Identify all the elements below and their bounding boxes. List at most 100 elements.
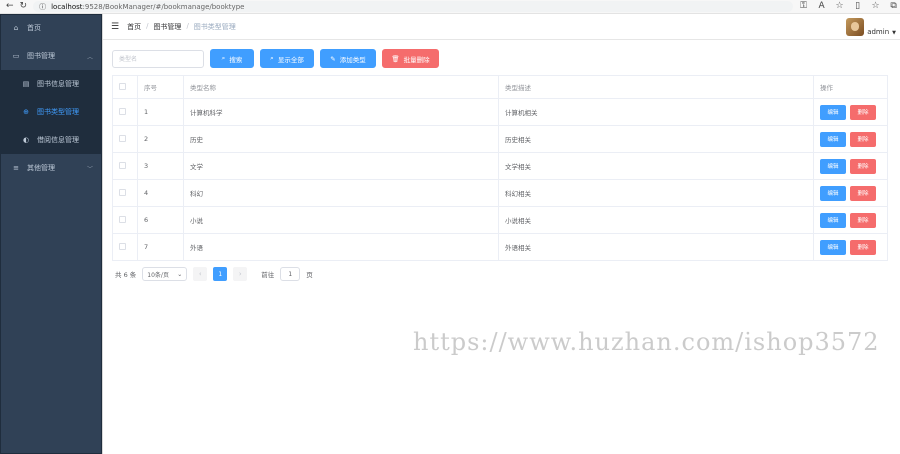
row-checkbox[interactable] <box>119 188 126 196</box>
breadcrumb-separator: / <box>146 21 149 30</box>
row-type-desc: 外语相关 <box>498 233 814 261</box>
sidebar-item-label: 图书管理 <box>27 52 55 60</box>
delete-button[interactable]: 删除 <box>850 212 876 228</box>
table-header-row: 序号 类型名称 类型描述 操作 <box>112 75 888 99</box>
row-id: 3 <box>137 152 184 180</box>
goto-suffix: 页 <box>306 271 313 279</box>
breadcrumb-book-management[interactable]: 图书管理 <box>153 22 181 32</box>
search-button-label: 搜索 <box>229 55 243 64</box>
edit-button[interactable]: 编辑 <box>820 239 846 255</box>
row-type-name: 历史 <box>183 125 499 153</box>
row-checkbox[interactable] <box>119 161 126 169</box>
sidebar-item-other[interactable]: ≡ 其他管理 ﹀ <box>0 154 102 182</box>
select-all-checkbox[interactable] <box>119 82 126 90</box>
key-icon[interactable]: ⚿ <box>799 2 808 11</box>
sidebar-item-label: 首页 <box>27 24 41 32</box>
search-button[interactable]: ⌕ 搜索 <box>210 49 254 68</box>
sidebar-item-home[interactable]: ⌂ 首页 <box>0 14 102 42</box>
row-select-cell <box>112 98 138 126</box>
address-bar[interactable]: ⓘ localhost:9528/BookManager/#/bookmanag… <box>33 1 794 12</box>
delete-button[interactable]: 删除 <box>850 239 876 255</box>
row-id: 6 <box>137 206 184 234</box>
refresh-icon[interactable]: ↻ <box>20 2 28 11</box>
edit-icon: ✎ <box>330 54 336 63</box>
delete-button[interactable]: 删除 <box>850 158 876 174</box>
sidebar-item-book-info[interactable]: ▤ 图书信息管理 <box>0 70 102 98</box>
breadcrumb-home[interactable]: 首页 <box>127 22 141 32</box>
edit-button[interactable]: 编辑 <box>820 185 846 201</box>
table-row: 6 小说 小说相关 编辑 删除 <box>112 206 888 234</box>
table-row: 1 计算机科学 计算机相关 编辑 删除 <box>112 98 888 126</box>
row-type-desc: 科幻相关 <box>498 179 814 207</box>
hamburger-icon[interactable]: ☰ <box>111 22 119 32</box>
chevron-down-icon: ﹀ <box>86 165 93 173</box>
toolbar: 类型名 ⌕ 搜索 ⌕ 显示全部 ✎ 添加类型 🗑 批量删除 <box>112 49 439 68</box>
row-type-name: 外语 <box>183 233 499 261</box>
row-id: 4 <box>137 179 184 207</box>
page-number-button[interactable]: 1 <box>213 267 228 281</box>
caret-down-icon: ▼ <box>892 30 896 36</box>
row-actions: 编辑 删除 <box>813 98 888 126</box>
row-id: 1 <box>137 98 184 126</box>
show-all-button-label: 显示全部 <box>277 55 304 64</box>
row-type-name: 小说 <box>183 206 499 234</box>
row-type-desc: 小说相关 <box>498 206 814 234</box>
row-checkbox[interactable] <box>119 242 126 250</box>
sidebar-item-book-type[interactable]: ⊕ 图书类型管理 <box>0 98 102 126</box>
delete-button[interactable]: 删除 <box>850 185 876 201</box>
user-name: admin <box>867 28 890 36</box>
row-checkbox[interactable] <box>119 107 126 115</box>
edit-button[interactable]: 编辑 <box>820 131 846 147</box>
user-menu[interactable]: admin ▼ <box>846 18 896 36</box>
trash-icon: 🗑 <box>391 54 400 63</box>
collections-icon[interactable]: ⧉ <box>889 2 898 11</box>
sidebar-item-borrow-info[interactable]: ◐ 借阅信息管理 <box>0 126 102 154</box>
row-select-cell <box>112 152 138 180</box>
page-size-select[interactable]: 10条/页 ⌄ <box>142 267 188 281</box>
row-actions: 编辑 删除 <box>813 206 888 234</box>
next-page-button[interactable]: › <box>233 267 248 281</box>
column-header: 类型名称 <box>183 75 499 99</box>
split-screen-icon[interactable]: ▯ <box>853 2 862 11</box>
add-type-button[interactable]: ✎ 添加类型 <box>320 49 376 68</box>
row-checkbox[interactable] <box>119 134 126 142</box>
row-actions: 编辑 删除 <box>813 233 888 261</box>
sidebar-item-label: 借阅信息管理 <box>37 136 79 144</box>
edit-button[interactable]: 编辑 <box>820 104 846 120</box>
column-header: 类型描述 <box>498 75 814 99</box>
info-icon: ⓘ <box>39 2 47 11</box>
main-content: ☰ 首页 / 图书管理 / 图书类型管理 admin ▼ 类型名 ⌕ 搜索 ⌕ 显示… <box>103 14 900 454</box>
goto-page-input[interactable]: 1 <box>280 267 301 281</box>
chevron-down-icon: ⌄ <box>177 270 183 278</box>
dashboard-icon: ⌂ <box>13 24 19 32</box>
row-checkbox[interactable] <box>119 215 126 223</box>
back-icon[interactable]: ← <box>6 2 14 11</box>
read-aloud-icon[interactable]: A <box>817 2 826 11</box>
document-icon: ▭ <box>12 52 20 60</box>
sidebar-item-label: 图书信息管理 <box>37 80 79 88</box>
browser-toolbar: ← ↻ ⓘ localhost:9528/BookManager/#/bookm… <box>0 0 900 14</box>
delete-button[interactable]: 删除 <box>850 104 876 120</box>
row-type-name: 计算机科学 <box>183 98 499 126</box>
table-row: 7 外语 外语相关 编辑 删除 <box>112 233 888 261</box>
column-header: 序号 <box>137 75 184 99</box>
row-actions: 编辑 删除 <box>813 152 888 180</box>
show-all-button[interactable]: ⌕ 显示全部 <box>260 49 314 68</box>
search-icon: ⌕ <box>270 54 274 62</box>
sidebar-item-label: 图书类型管理 <box>37 108 79 116</box>
breadcrumb: 首页 / 图书管理 / 图书类型管理 <box>127 22 236 32</box>
star-icon[interactable]: ☆ <box>835 2 844 11</box>
table-row: 3 文学 文学相关 编辑 删除 <box>112 152 888 180</box>
delete-button[interactable]: 删除 <box>850 131 876 147</box>
edit-button[interactable]: 编辑 <box>820 158 846 174</box>
breadcrumb-separator: / <box>186 21 189 30</box>
row-id: 2 <box>137 125 184 153</box>
sidebar-item-book-management[interactable]: ▭ 图书管理 ︿ <box>0 42 102 70</box>
favorites-icon[interactable]: ☆ <box>871 2 880 11</box>
pagination: 共 6 条 10条/页 ⌄ ‹ 1 › 前往 1 页 <box>115 267 313 281</box>
edit-button[interactable]: 编辑 <box>820 212 846 228</box>
prev-page-button[interactable]: ‹ <box>193 267 208 281</box>
batch-delete-button[interactable]: 🗑 批量删除 <box>382 49 439 68</box>
search-input[interactable]: 类型名 <box>112 49 204 68</box>
row-type-name: 科幻 <box>183 179 499 207</box>
